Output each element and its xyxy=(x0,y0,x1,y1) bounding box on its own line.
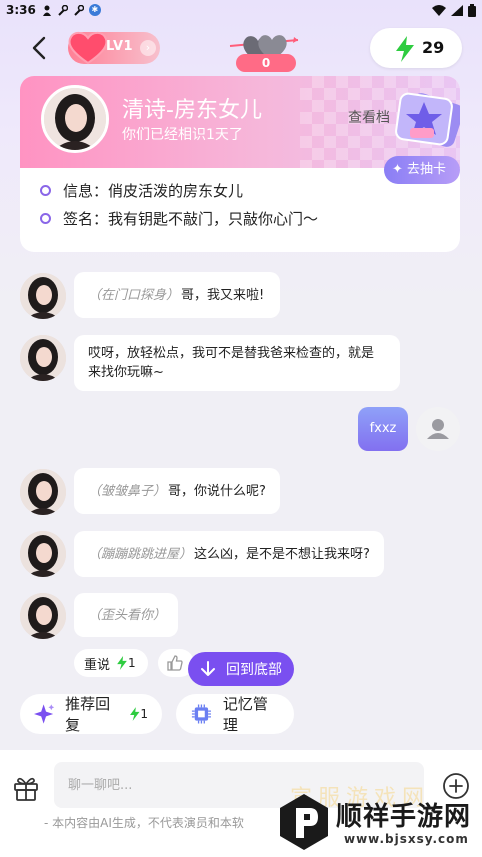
signature-label: 签名： xyxy=(63,210,109,228)
gift-icon[interactable] xyxy=(12,774,40,802)
message-text: fxxz xyxy=(369,421,397,436)
status-right-icons xyxy=(432,3,476,17)
signal-icon xyxy=(451,4,463,16)
person-icon xyxy=(427,419,449,439)
portrait-image xyxy=(20,531,66,577)
portrait-image xyxy=(20,469,66,515)
memory-management-button[interactable]: 记忆管理 xyxy=(176,694,294,734)
battery-icon xyxy=(468,3,476,17)
wifi-icon xyxy=(432,4,446,16)
days-known-text: 你们已经相识1天了 xyxy=(122,127,243,143)
ai-avatar[interactable] xyxy=(20,469,66,515)
lightning-icon xyxy=(396,36,414,62)
draw-card-label: 去抽卡 xyxy=(407,162,447,177)
scroll-to-bottom-label: 回到底部 xyxy=(226,662,282,678)
info-label: 信息： xyxy=(63,182,109,200)
intimacy-level-button[interactable]: LV1 › xyxy=(68,31,160,65)
message-action: （在门口探身） xyxy=(88,287,180,303)
lightning-icon xyxy=(129,707,140,721)
chip-icon xyxy=(191,704,211,724)
ai-avatar[interactable] xyxy=(20,593,66,639)
portrait-image xyxy=(20,593,66,639)
wrench-icon xyxy=(74,4,84,16)
ai-message-bubble[interactable]: （蹦蹦跳跳进屋） 这么凶，是不是不想让我来呀? xyxy=(74,531,384,577)
retry-label: 重说 xyxy=(84,657,111,673)
memory-management-label: 记忆管理 xyxy=(222,695,268,734)
lightning-icon xyxy=(117,656,127,670)
ai-message-bubble[interactable]: （歪头看你） xyxy=(74,593,178,637)
message-text: 哎呀，放轻松点，我可不是替我爸来检查的，就是来找你玩嘛~ xyxy=(88,346,375,380)
arrow-down-icon xyxy=(201,661,215,676)
chevron-right-icon: › xyxy=(140,40,156,56)
message-text: 这么凶，是不是不想让我来呀? xyxy=(194,546,370,562)
character-card: 清诗-房东女儿 你们已经相识1天了 查看档 ✦ 去抽卡 信息： 俏皮活泼的房东女… xyxy=(20,76,460,252)
retry-button[interactable]: 重说 1 xyxy=(74,649,148,677)
card-deck-icon[interactable] xyxy=(382,90,460,160)
message-text: 哥，我又来啦! xyxy=(181,287,265,303)
portrait-image xyxy=(44,88,106,150)
ai-avatar[interactable] xyxy=(20,335,66,381)
portrait-image xyxy=(20,273,66,319)
message-action: （蹦蹦跳跳进屋） xyxy=(88,546,193,562)
user-avatar[interactable] xyxy=(416,407,460,451)
thumbs-up-icon xyxy=(167,655,183,671)
wrench-icon xyxy=(58,4,68,16)
character-name: 清诗-房东女儿 xyxy=(122,98,262,123)
suggest-reply-cost: 1 xyxy=(140,707,148,721)
energy-count: 29 xyxy=(422,38,445,57)
character-avatar[interactable] xyxy=(41,85,109,153)
scroll-to-bottom-button[interactable]: 回到底部 xyxy=(188,652,294,686)
person-icon xyxy=(42,5,51,16)
portrait-image xyxy=(20,335,66,381)
back-arrow-icon[interactable] xyxy=(26,34,54,62)
suggest-reply-button[interactable]: 推荐回复 1 xyxy=(20,694,162,734)
signature-row: 签名： 我有钥匙不敲门，只敲你心门～ xyxy=(40,208,318,229)
hearts-count-badge: 0 xyxy=(236,54,296,72)
retry-cost: 1 xyxy=(128,656,136,670)
ai-message-bubble[interactable]: 哎呀，放轻松点，我可不是替我爸来检查的，就是来找你玩嘛~ xyxy=(74,335,400,391)
heart-icon xyxy=(68,31,108,65)
ai-avatar[interactable] xyxy=(20,273,66,319)
user-message-bubble[interactable]: fxxz xyxy=(358,407,408,451)
info-value: 俏皮活泼的房东女儿 xyxy=(108,182,244,200)
watermark-url: www.bjsxsy.com xyxy=(344,832,469,846)
sparkle-icon: ✦ xyxy=(392,162,403,177)
status-time: 3:36 xyxy=(6,3,36,17)
watermark-logo-icon xyxy=(280,794,328,850)
signature-value: 我有钥匙不敲门，只敲你心门～ xyxy=(108,210,319,228)
message-text: 哥，你说什么呢? xyxy=(168,483,266,499)
suggest-reply-label: 推荐回复 xyxy=(65,695,111,734)
sparkle-icon xyxy=(34,704,55,724)
top-nav: LV1 › 0 29 xyxy=(0,24,482,74)
status-icons: ✱ xyxy=(42,4,101,16)
info-row: 信息： 俏皮活泼的房东女儿 xyxy=(40,180,243,201)
ai-disclaimer: - 本内容由AI生成，不代表演员和本软 xyxy=(44,816,244,830)
bullet-icon xyxy=(40,185,51,196)
ai-message-bubble[interactable]: （皱皱鼻子） 哥，你说什么呢? xyxy=(74,468,280,514)
ai-avatar[interactable] xyxy=(20,531,66,577)
watermark-title: 顺祥手游网 xyxy=(336,802,472,832)
ai-message-bubble[interactable]: （在门口探身） 哥，我又来啦! xyxy=(74,272,280,318)
bullet-icon xyxy=(40,213,51,224)
draw-card-button[interactable]: ✦ 去抽卡 xyxy=(384,156,460,184)
message-action: （歪头看你） xyxy=(88,607,167,623)
status-bar: 3:36 ✱ xyxy=(0,0,482,20)
energy-balance-button[interactable]: 29 xyxy=(370,28,462,68)
level-text: LV1 xyxy=(106,39,134,54)
app-notification-icon: ✱ xyxy=(88,4,101,16)
message-action: （皱皱鼻子） xyxy=(88,483,167,499)
